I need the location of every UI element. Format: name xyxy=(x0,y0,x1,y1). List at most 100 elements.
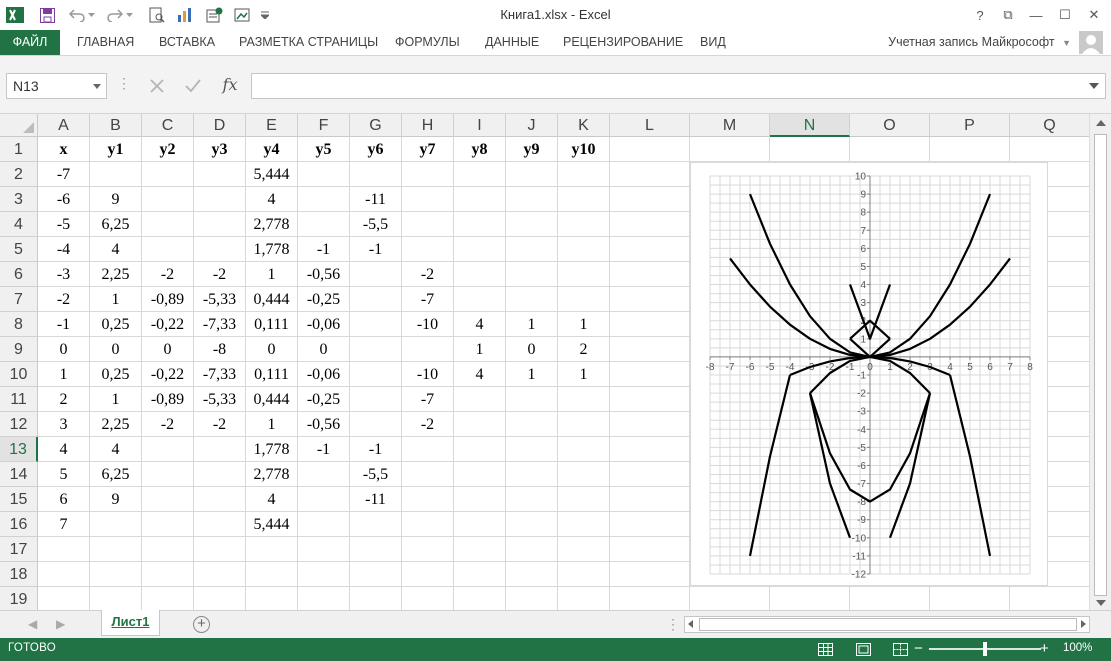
cell-k8[interactable]: 1 xyxy=(558,312,610,337)
cell-e15[interactable]: 4 xyxy=(246,487,298,512)
cell-b15[interactable]: 9 xyxy=(90,487,142,512)
scroll-thumb[interactable] xyxy=(699,618,1077,631)
cell-b19[interactable] xyxy=(90,587,142,610)
close-button[interactable]: ✕ xyxy=(1080,3,1108,27)
cell-j17[interactable] xyxy=(506,537,558,562)
cell-l9[interactable] xyxy=(610,337,690,362)
cell-c7[interactable]: -0,89 xyxy=(142,287,194,312)
cell-d5[interactable] xyxy=(194,237,246,262)
cell-g11[interactable] xyxy=(350,387,402,412)
cell-e8[interactable]: 0,111 xyxy=(246,312,298,337)
cell-f4[interactable] xyxy=(298,212,350,237)
cell-i15[interactable] xyxy=(454,487,506,512)
row-header-13[interactable]: 13 xyxy=(0,437,38,462)
cell-a2[interactable]: -7 xyxy=(38,162,90,187)
scroll-up-icon[interactable] xyxy=(1096,120,1106,126)
cell-i8[interactable]: 4 xyxy=(454,312,506,337)
chevron-down-icon[interactable] xyxy=(93,84,101,89)
cell-e6[interactable]: 1 xyxy=(246,262,298,287)
cell-g7[interactable] xyxy=(350,287,402,312)
horizontal-scrollbar[interactable] xyxy=(684,616,1090,633)
cell-l13[interactable] xyxy=(610,437,690,462)
cell-j16[interactable] xyxy=(506,512,558,537)
cell-f12[interactable]: -0,56 xyxy=(298,412,350,437)
cell-l17[interactable] xyxy=(610,537,690,562)
scroll-thumb[interactable] xyxy=(1094,134,1107,596)
scroll-down-icon[interactable] xyxy=(1096,600,1106,606)
cell-g3[interactable]: -11 xyxy=(350,187,402,212)
cell-h9[interactable] xyxy=(402,337,454,362)
cell-d13[interactable] xyxy=(194,437,246,462)
cell-f14[interactable] xyxy=(298,462,350,487)
row-header-2[interactable]: 2 xyxy=(0,162,38,187)
row-header-10[interactable]: 10 xyxy=(0,362,38,387)
cell-k4[interactable] xyxy=(558,212,610,237)
previous-sheet-icon[interactable]: ◀ xyxy=(28,617,37,631)
cell-j13[interactable] xyxy=(506,437,558,462)
row-header-4[interactable]: 4 xyxy=(0,212,38,237)
zoom-in-button[interactable]: + xyxy=(1040,640,1049,657)
cell-a14[interactable]: 5 xyxy=(38,462,90,487)
cell-e16[interactable]: 5,444 xyxy=(246,512,298,537)
cell-a5[interactable]: -4 xyxy=(38,237,90,262)
redo-icon[interactable] xyxy=(104,5,126,25)
cell-g9[interactable] xyxy=(350,337,402,362)
cell-f19[interactable] xyxy=(298,587,350,610)
column-header-a[interactable]: A xyxy=(38,114,90,137)
cell-h16[interactable] xyxy=(402,512,454,537)
cell-g18[interactable] xyxy=(350,562,402,587)
insert-function-button[interactable]: fx xyxy=(218,72,242,98)
cell-a10[interactable]: 1 xyxy=(38,362,90,387)
cell-l11[interactable] xyxy=(610,387,690,412)
cell-e14[interactable]: 2,778 xyxy=(246,462,298,487)
column-header-b[interactable]: B xyxy=(90,114,142,137)
cell-a19[interactable] xyxy=(38,587,90,610)
cell-a4[interactable]: -5 xyxy=(38,212,90,237)
cell-d8[interactable]: -7,33 xyxy=(194,312,246,337)
formula-input[interactable] xyxy=(251,73,1106,99)
cell-g15[interactable]: -11 xyxy=(350,487,402,512)
cell-d7[interactable]: -5,33 xyxy=(194,287,246,312)
cell-j6[interactable] xyxy=(506,262,558,287)
cell-i10[interactable]: 4 xyxy=(454,362,506,387)
cell-g19[interactable] xyxy=(350,587,402,610)
cell-j8[interactable]: 1 xyxy=(506,312,558,337)
cell-l7[interactable] xyxy=(610,287,690,312)
cell-h8[interactable]: -10 xyxy=(402,312,454,337)
cell-f18[interactable] xyxy=(298,562,350,587)
scroll-left-icon[interactable] xyxy=(688,620,693,628)
cell-l19[interactable] xyxy=(610,587,690,610)
cell-j5[interactable] xyxy=(506,237,558,262)
cell-b7[interactable]: 1 xyxy=(90,287,142,312)
cell-g1[interactable]: y6 xyxy=(350,137,402,162)
vertical-scrollbar[interactable] xyxy=(1089,114,1111,610)
cell-b14[interactable]: 6,25 xyxy=(90,462,142,487)
cell-d2[interactable] xyxy=(194,162,246,187)
cell-e7[interactable]: 0,444 xyxy=(246,287,298,312)
ribbon-display-button[interactable]: ⧉ xyxy=(994,3,1022,27)
cell-d1[interactable]: y3 xyxy=(194,137,246,162)
cell-i6[interactable] xyxy=(454,262,506,287)
row-header-11[interactable]: 11 xyxy=(0,387,38,412)
cell-h11[interactable]: -7 xyxy=(402,387,454,412)
cell-m1[interactable] xyxy=(690,137,770,162)
cell-d3[interactable] xyxy=(194,187,246,212)
cell-c4[interactable] xyxy=(142,212,194,237)
cell-j9[interactable]: 0 xyxy=(506,337,558,362)
cell-j18[interactable] xyxy=(506,562,558,587)
more-options-icon[interactable]: ⋮ xyxy=(117,75,131,92)
cell-g5[interactable]: -1 xyxy=(350,237,402,262)
cell-i5[interactable] xyxy=(454,237,506,262)
cell-d17[interactable] xyxy=(194,537,246,562)
cell-c14[interactable] xyxy=(142,462,194,487)
column-header-n[interactable]: N xyxy=(770,114,850,137)
cell-c17[interactable] xyxy=(142,537,194,562)
worksheet-grid[interactable]: ABCDEFGHIJKLMNOPQ 1 2 3 4 5 6 7 8 9 10 11 12 13 14 15 1… xyxy=(0,114,1111,610)
cell-j2[interactable] xyxy=(506,162,558,187)
select-all-button[interactable] xyxy=(0,114,38,137)
cell-e19[interactable] xyxy=(246,587,298,610)
tab-view[interactable]: ВИД xyxy=(696,30,730,55)
cell-c5[interactable] xyxy=(142,237,194,262)
cell-d6[interactable]: -2 xyxy=(194,262,246,287)
cell-h13[interactable] xyxy=(402,437,454,462)
